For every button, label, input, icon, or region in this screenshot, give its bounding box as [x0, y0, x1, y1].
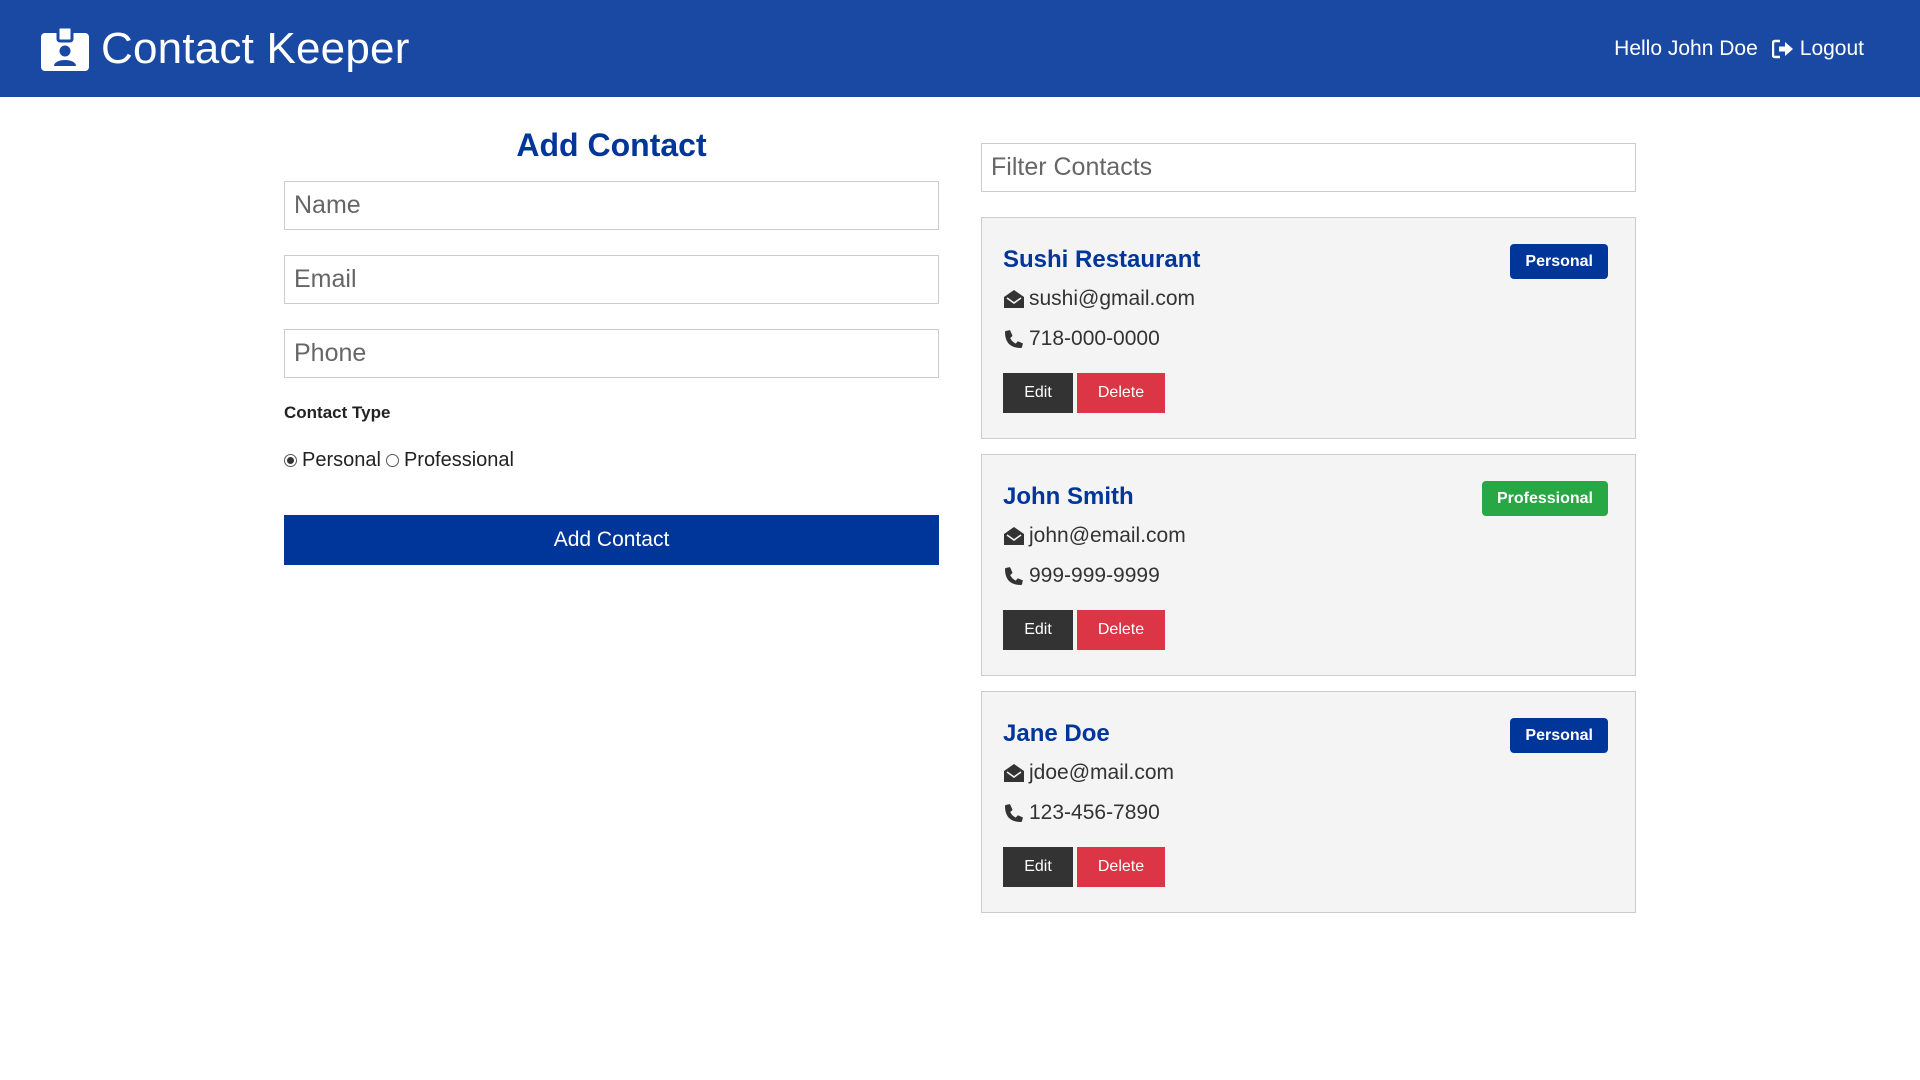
contacts-column: Sushi Restaurant Personal sushi@gmail.co…: [981, 97, 1636, 928]
contact-type-radios: Personal Professional: [284, 449, 939, 472]
add-contact-button[interactable]: Add Contact: [284, 515, 939, 565]
contact-phone-row: 718-000-0000: [1003, 319, 1608, 359]
contact-phone: 999-999-9999: [1029, 564, 1160, 587]
delete-button[interactable]: Delete: [1077, 610, 1165, 650]
email-input[interactable]: [284, 255, 939, 304]
contact-name: Sushi Restaurant: [1003, 246, 1201, 273]
user-greeting: Hello John Doe: [1614, 36, 1758, 60]
nav-right: Hello John Doe Logout: [1614, 37, 1864, 61]
contact-phone: 123-456-7890: [1029, 801, 1160, 824]
card-header: Sushi Restaurant Personal: [1003, 244, 1608, 279]
phone-icon: [1005, 567, 1023, 585]
card-actions: Edit Delete: [1003, 847, 1608, 887]
card-header: Jane Doe Personal: [1003, 718, 1608, 753]
contact-email: sushi@gmail.com: [1029, 287, 1196, 310]
app-title: Contact Keeper: [101, 23, 410, 73]
contact-card: John Smith Professional john@email.com 9…: [981, 454, 1636, 676]
contact-type-badge: Professional: [1481, 481, 1608, 516]
contact-type-badge: Personal: [1510, 718, 1608, 753]
envelope-open-icon: [1004, 527, 1024, 545]
contact-email-row: sushi@gmail.com: [1003, 279, 1608, 319]
contact-email-row: john@email.com: [1003, 516, 1608, 556]
contact-email: john@email.com: [1029, 524, 1186, 547]
radio-professional-label: Professional: [403, 449, 514, 471]
id-badge-icon: [41, 26, 89, 71]
contact-type-badge: Personal: [1510, 244, 1608, 279]
add-contact-form: Add Contact Contact Type Personal Profes…: [284, 97, 939, 928]
envelope-open-icon: [1004, 764, 1024, 782]
contact-type-label: Contact Type: [284, 403, 391, 422]
edit-button[interactable]: Edit: [1003, 373, 1073, 413]
contact-phone: 718-000-0000: [1029, 327, 1160, 350]
contact-email: jdoe@mail.com: [1029, 761, 1175, 784]
card-actions: Edit Delete: [1003, 373, 1608, 413]
contact-name: Jane Doe: [1003, 720, 1110, 747]
contact-email-row: jdoe@mail.com: [1003, 753, 1608, 793]
logout-label: Logout: [1799, 36, 1864, 60]
radio-personal-label: Personal: [302, 449, 381, 471]
phone-icon: [1005, 330, 1023, 348]
delete-button[interactable]: Delete: [1077, 847, 1165, 887]
filter-contacts-input[interactable]: [981, 143, 1636, 192]
contact-phone-row: 999-999-9999: [1003, 556, 1608, 596]
contact-card: Jane Doe Personal jdoe@mail.com 123-456-…: [981, 691, 1636, 913]
navbar: Contact Keeper Hello John Doe Logout: [0, 0, 1920, 97]
contact-phone-row: 123-456-7890: [1003, 793, 1608, 833]
radio-professional[interactable]: [385, 454, 399, 467]
edit-button[interactable]: Edit: [1003, 610, 1073, 650]
card-actions: Edit Delete: [1003, 610, 1608, 650]
radio-personal[interactable]: [284, 454, 297, 467]
card-header: John Smith Professional: [1003, 481, 1608, 516]
phone-input[interactable]: [284, 329, 939, 378]
form-title: Add Contact: [516, 127, 707, 163]
sign-out-icon: [1771, 39, 1793, 58]
contact-name: John Smith: [1003, 483, 1134, 510]
delete-button[interactable]: Delete: [1077, 373, 1165, 413]
edit-button[interactable]: Edit: [1003, 847, 1073, 887]
main-container: Add Contact Contact Type Personal Profes…: [284, 97, 1636, 928]
contact-card: Sushi Restaurant Personal sushi@gmail.co…: [981, 217, 1636, 439]
name-input[interactable]: [284, 181, 939, 230]
logout-link[interactable]: Logout: [1771, 36, 1864, 61]
envelope-open-icon: [1004, 290, 1024, 308]
phone-icon: [1005, 804, 1023, 822]
brand[interactable]: Contact Keeper: [41, 24, 410, 74]
